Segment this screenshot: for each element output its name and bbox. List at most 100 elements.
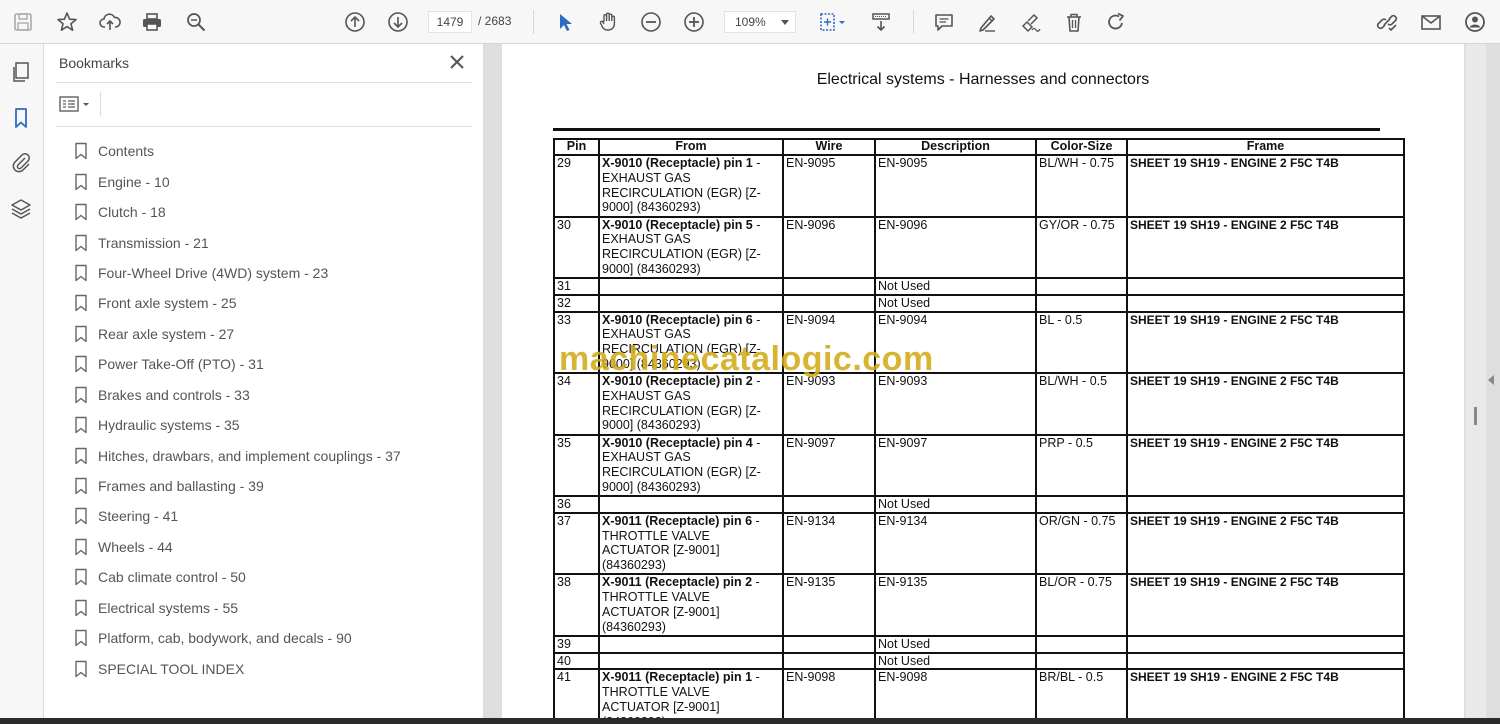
bookmark-item[interactable]: Rear axle system - 27 bbox=[74, 319, 474, 349]
pin-cell: 39 bbox=[553, 634, 600, 654]
bookmark-item[interactable]: Steering - 41 bbox=[74, 501, 474, 531]
bookmarks-panel-icon[interactable] bbox=[9, 106, 33, 130]
bookmark-label: Hydraulic systems - 35 bbox=[98, 417, 240, 434]
table-row: 37 X-9011 (Receptacle) pin 6 - THROTTLE V… bbox=[553, 511, 1405, 576]
wire-cell: EN-9134 bbox=[782, 511, 876, 576]
fit-page-icon[interactable] bbox=[814, 9, 850, 35]
bookmark-icon bbox=[75, 173, 87, 190]
bookmark-item[interactable]: Front axle system - 25 bbox=[74, 288, 474, 318]
panel-divider bbox=[56, 126, 472, 127]
bookmark-item[interactable]: Hydraulic systems - 35 bbox=[74, 410, 474, 440]
bookmark-icon bbox=[75, 325, 87, 343]
page-thumbnails-icon[interactable] bbox=[9, 60, 33, 84]
frame-cell: SHEET 19 SH19 - ENGINE 2 F5C T4B bbox=[1126, 215, 1405, 279]
account-icon[interactable] bbox=[1462, 9, 1488, 35]
zoom-in-icon[interactable] bbox=[681, 9, 707, 35]
bookmark-item[interactable]: Platform, cab, bodywork, and decals - 90 bbox=[74, 623, 474, 653]
bookmark-item[interactable]: Hitches, drawbars, and implement couplin… bbox=[74, 440, 474, 470]
document-heading: Electrical systems - Harnesses and conne… bbox=[816, 71, 1150, 88]
close-icon[interactable] bbox=[448, 53, 466, 71]
bookmark-item[interactable]: SPECIAL TOOL INDEX bbox=[74, 653, 474, 683]
wire-cell: EN-9098 bbox=[782, 668, 876, 718]
pin-cell: 33 bbox=[553, 310, 600, 375]
bookmark-icon bbox=[75, 203, 87, 221]
attachments-paperclip-icon[interactable] bbox=[9, 150, 33, 174]
table-row: 39 Not Used bbox=[553, 634, 1405, 654]
previous-page-icon[interactable] bbox=[342, 9, 368, 35]
scrollbar-thumb[interactable] bbox=[1474, 407, 1477, 425]
zoom-level-select[interactable]: 109% bbox=[724, 11, 796, 33]
harness-connector-table: Pin From Wire Description Color-Size Fra… bbox=[553, 138, 1405, 718]
layers-icon[interactable] bbox=[9, 196, 33, 220]
bookmark-label: Brakes and controls - 33 bbox=[98, 386, 250, 403]
bookmark-item[interactable]: Frames and ballasting - 39 bbox=[74, 471, 474, 501]
expand-right-panel-arrow-icon[interactable] bbox=[1488, 375, 1494, 385]
table-row: 40 Not Used bbox=[553, 651, 1405, 671]
column-header: Color-Size bbox=[1035, 138, 1128, 156]
highlight-pen-icon[interactable] bbox=[974, 9, 1000, 35]
toolbar-divider bbox=[913, 10, 914, 34]
frame-cell: SHEET 19 SH19 - ENGINE 2 F5C T4B bbox=[1126, 310, 1405, 375]
bookmark-icon bbox=[75, 386, 87, 403]
zoom-out-icon[interactable] bbox=[638, 9, 664, 35]
bookmark-item[interactable]: Power Take-Off (PTO) - 31 bbox=[74, 349, 474, 379]
vertical-scrollbar[interactable] bbox=[1466, 44, 1486, 718]
bookmark-star-icon[interactable] bbox=[54, 9, 80, 35]
from-connector: X-9011 (Receptacle) pin 6 bbox=[602, 513, 753, 528]
from-connector: X-9010 (Receptacle) pin 6 bbox=[602, 312, 753, 327]
options-menu-icon bbox=[59, 96, 89, 112]
wire-cell: EN-9095 bbox=[782, 154, 876, 218]
table-row: 38 X-9011 (Receptacle) pin 2 - THROTTLE V… bbox=[553, 573, 1405, 637]
bookmark-options-button[interactable] bbox=[58, 92, 94, 116]
bookmark-item[interactable]: Contents bbox=[74, 136, 474, 166]
bookmark-label: Clutch - 18 bbox=[98, 204, 166, 221]
pin-cell: 29 bbox=[553, 154, 600, 218]
select-cursor-icon[interactable] bbox=[552, 9, 578, 35]
redo-rotate-icon[interactable] bbox=[1103, 9, 1129, 35]
description-cell: Not Used bbox=[874, 293, 1037, 313]
hand-tool-icon[interactable] bbox=[595, 9, 621, 35]
bookmark-item[interactable]: Cab climate control - 50 bbox=[74, 562, 474, 592]
page-number-input[interactable]: 1479 bbox=[428, 11, 472, 33]
frame-cell bbox=[1126, 495, 1405, 514]
description-cell: Not Used bbox=[874, 495, 1037, 514]
document-viewport[interactable]: Electrical systems - Harnesses and conne… bbox=[484, 44, 1500, 718]
color-size-cell: OR/GN - 0.75 bbox=[1035, 511, 1128, 576]
bookmark-item[interactable]: Electrical systems - 55 bbox=[74, 593, 474, 623]
bookmark-item[interactable]: Wheels - 44 bbox=[74, 532, 474, 562]
upload-cloud-icon[interactable] bbox=[97, 9, 123, 35]
panel-divider bbox=[56, 82, 472, 83]
bookmark-item[interactable]: Transmission - 21 bbox=[74, 227, 474, 257]
color-size-cell bbox=[1035, 634, 1128, 654]
email-icon[interactable] bbox=[1418, 9, 1444, 35]
sign-icon[interactable] bbox=[1017, 9, 1043, 35]
comment-icon[interactable] bbox=[931, 9, 957, 35]
from-cell: X-9010 (Receptacle) pin 6 - EXHAUST GAS … bbox=[598, 310, 784, 375]
bookmark-item[interactable]: Clutch - 18 bbox=[74, 197, 474, 227]
bookmark-icon bbox=[75, 538, 87, 556]
pin-cell: 37 bbox=[553, 511, 600, 576]
print-icon[interactable] bbox=[139, 9, 165, 35]
save-icon[interactable] bbox=[10, 9, 36, 35]
frame-cell: SHEET 19 SH19 - ENGINE 2 F5C T4B bbox=[1126, 372, 1405, 436]
bookmark-label: Power Take-Off (PTO) - 31 bbox=[98, 356, 264, 373]
description-cell: Not Used bbox=[874, 277, 1037, 296]
color-size-cell: BL/OR - 0.75 bbox=[1035, 573, 1128, 637]
delete-trash-icon[interactable] bbox=[1061, 9, 1087, 35]
bookmark-item[interactable]: Four-Wheel Drive (4WD) system - 23 bbox=[74, 258, 474, 288]
next-page-icon[interactable] bbox=[385, 9, 411, 35]
table-row: 34 X-9010 (Receptacle) pin 2 - EXHAUST GA… bbox=[553, 372, 1405, 436]
bookmark-label: Frames and ballasting - 39 bbox=[98, 478, 264, 495]
bookmark-item[interactable]: Brakes and controls - 33 bbox=[74, 380, 474, 410]
share-link-icon[interactable] bbox=[1374, 9, 1400, 35]
table-row: 33 X-9010 (Receptacle) pin 6 - EXHAUST GA… bbox=[553, 310, 1405, 375]
description-cell: Not Used bbox=[874, 651, 1037, 671]
frame-cell: SHEET 19 SH19 - ENGINE 2 F5C T4B bbox=[1126, 433, 1405, 498]
zoom-search-icon[interactable] bbox=[183, 9, 209, 35]
scroll-mode-icon[interactable] bbox=[868, 9, 894, 35]
document-page: Electrical systems - Harnesses and conne… bbox=[502, 44, 1464, 718]
from-cell: X-9011 (Receptacle) pin 2 - THROTTLE VAL… bbox=[598, 573, 784, 637]
bookmark-item[interactable]: Engine - 10 bbox=[74, 166, 474, 196]
frame-cell: SHEET 19 SH19 - ENGINE 2 F5C T4B bbox=[1126, 573, 1405, 637]
panel-divider bbox=[100, 92, 101, 116]
